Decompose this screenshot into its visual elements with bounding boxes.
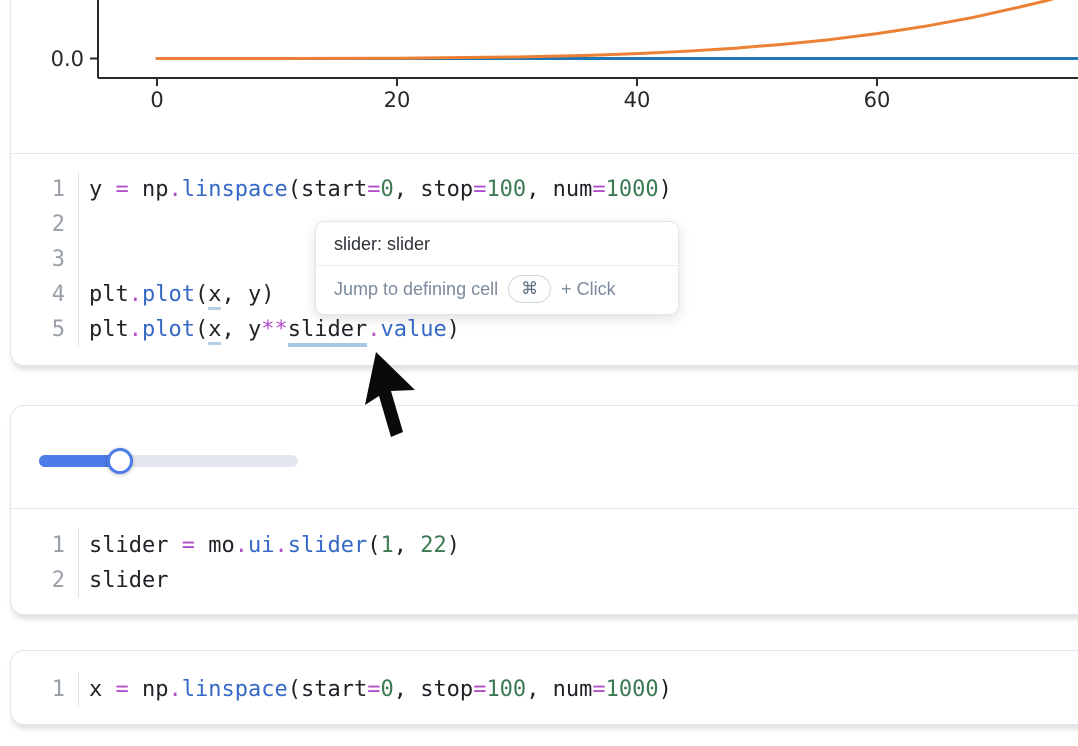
x-tick-label: 40 bbox=[624, 88, 651, 112]
code-line[interactable]: 2slider bbox=[11, 563, 1078, 598]
code-text: plt.plot(x, y) bbox=[79, 277, 274, 312]
matplotlib-plot-svg: 0.0 0 20 40 60 bbox=[11, 0, 1078, 153]
line-number: 4 bbox=[11, 277, 79, 312]
code-line[interactable]: 1y = np.linspace(start=0, stop=100, num=… bbox=[11, 172, 1078, 207]
code-text: slider bbox=[79, 563, 168, 598]
tooltip-action-label: Jump to defining cell bbox=[334, 279, 498, 300]
code-line[interactable]: 1x = np.linspace(start=0, stop=100, num=… bbox=[11, 672, 1078, 707]
code-text: x = np.linspace(start=0, stop=100, num=1… bbox=[79, 672, 672, 707]
line-number: 1 bbox=[11, 528, 79, 563]
tooltip-key-suffix: + Click bbox=[561, 279, 616, 300]
slider-output bbox=[11, 406, 1078, 509]
line-number: 5 bbox=[11, 312, 79, 347]
line-number: 2 bbox=[11, 563, 79, 598]
notebook-cell-slider: 1slider = mo.ui.slider(1, 22)2slider bbox=[10, 405, 1078, 615]
notebook-cell-x: 1x = np.linspace(start=0, stop=100, num=… bbox=[10, 650, 1078, 725]
line-number: 1 bbox=[11, 172, 79, 207]
plot-series-1 bbox=[157, 0, 1078, 59]
code-text: slider = mo.ui.slider(1, 22) bbox=[79, 528, 460, 563]
command-key-badge: ⌘ bbox=[508, 275, 551, 303]
code-line[interactable]: 5plt.plot(x, y**slider.value) bbox=[11, 312, 1078, 347]
line-number: 3 bbox=[11, 242, 79, 277]
line-number: 1 bbox=[11, 672, 79, 707]
code-text: plt.plot(x, y**slider.value) bbox=[79, 312, 460, 347]
slider-track[interactable] bbox=[39, 455, 298, 467]
plot-output: 0.0 0 20 40 60 bbox=[11, 0, 1078, 154]
line-number: 2 bbox=[11, 207, 79, 242]
variable-hover-tooltip: slider: slider Jump to defining cell ⌘ +… bbox=[315, 221, 679, 315]
slider-thumb[interactable] bbox=[107, 448, 133, 474]
y-tick-label: 0.0 bbox=[51, 47, 84, 71]
x-tick-label: 60 bbox=[864, 88, 891, 112]
code-text: y = np.linspace(start=0, stop=100, num=1… bbox=[79, 172, 672, 207]
tooltip-variable-name: slider: slider bbox=[316, 222, 678, 265]
code-editor-slider-cell[interactable]: 1slider = mo.ui.slider(1, 22)2slider bbox=[11, 509, 1078, 614]
x-tick-label: 20 bbox=[384, 88, 411, 112]
code-editor-x-cell[interactable]: 1x = np.linspace(start=0, stop=100, num=… bbox=[11, 651, 1078, 724]
x-tick-label: 0 bbox=[150, 88, 163, 112]
code-line[interactable]: 1slider = mo.ui.slider(1, 22) bbox=[11, 528, 1078, 563]
